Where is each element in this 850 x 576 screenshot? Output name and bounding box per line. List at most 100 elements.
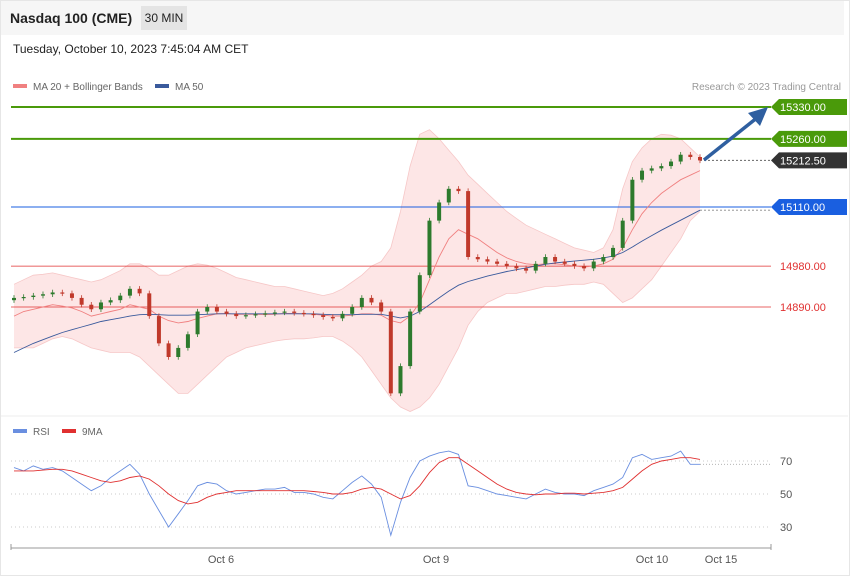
ma20-legend-swatch: [13, 84, 27, 88]
candle-body: [669, 161, 674, 167]
candle-body: [224, 311, 229, 314]
candle-body: [195, 311, 200, 335]
rsi-level-label: 50: [780, 489, 792, 501]
rsi-level-label: 70: [780, 456, 792, 468]
candle-body: [688, 154, 693, 157]
candle-body: [243, 315, 248, 317]
candle-body: [185, 334, 190, 348]
candle-body: [292, 311, 297, 313]
credit-text: Research © 2023 Trading Central: [692, 82, 841, 93]
candle-body: [282, 311, 287, 313]
candle-body: [321, 315, 326, 317]
candle-body: [601, 257, 606, 262]
candle-body: [533, 263, 538, 271]
level-label-support: 14980.00: [780, 261, 826, 273]
candle-body: [698, 157, 702, 161]
candle-body: [50, 292, 55, 295]
level-label-target: 15330.00: [780, 102, 826, 114]
candle-body: [340, 313, 345, 319]
candle-body: [649, 168, 654, 171]
candle-body: [263, 313, 268, 315]
candle-body: [514, 266, 519, 269]
candle-body: [446, 188, 451, 203]
candle-body: [137, 288, 142, 294]
candle-body: [524, 268, 529, 271]
candle-body: [562, 261, 567, 264]
candle-body: [311, 313, 316, 316]
candle-body: [301, 312, 306, 315]
candle-body: [40, 294, 45, 296]
candle-body: [79, 297, 84, 305]
candle-body: [31, 295, 36, 297]
candle-body: [678, 154, 683, 162]
candle-body: [659, 166, 664, 169]
x-tick-label: Oct 15: [705, 554, 737, 566]
candle-body: [485, 259, 490, 262]
candle-body: [12, 297, 16, 301]
rsi-ma-legend-label: 9MA: [82, 427, 103, 438]
level-label-current: 15212.50: [780, 155, 826, 167]
rsi-legend-swatch: [13, 429, 27, 433]
bollinger-band-area: [14, 129, 700, 412]
chart-canvas: MA 20 + Bollinger Bands MA 50 Research ©…: [1, 82, 848, 566]
candle-body: [437, 202, 442, 221]
level-label-target: 15260.00: [780, 134, 826, 146]
candle-body: [417, 275, 422, 312]
candle-body: [543, 257, 548, 264]
candle-body: [369, 297, 374, 303]
candle-body: [147, 293, 152, 317]
ma50-legend-swatch: [155, 84, 169, 88]
rsi-legend-label: RSI: [33, 427, 50, 438]
x-tick-label: Oct 6: [208, 554, 234, 566]
x-tick-label: Oct 10: [636, 554, 668, 566]
rsi-ma-legend-swatch: [62, 429, 76, 433]
candle-body: [388, 311, 393, 394]
candle-body: [98, 302, 103, 310]
candle-body: [640, 170, 645, 180]
rsi-level-label: 30: [780, 522, 792, 534]
level-label-pivot: 15110.00: [780, 202, 825, 214]
candle-body: [21, 297, 26, 299]
candle-body: [89, 304, 94, 310]
candle-body: [272, 312, 277, 314]
level-label-support: 14890.00: [780, 302, 826, 314]
candle-body: [398, 366, 403, 394]
candle-body: [176, 347, 181, 357]
candle-body: [456, 188, 461, 192]
candle-body: [350, 307, 355, 314]
candle-body: [127, 288, 132, 296]
candle-body: [253, 314, 258, 316]
candle-body: [572, 263, 577, 267]
candle-body: [60, 292, 65, 294]
candle-body: [156, 316, 161, 344]
target-arrow: [702, 107, 768, 162]
candle-body: [427, 220, 432, 276]
candle-body: [582, 266, 587, 269]
candle-body: [553, 257, 558, 262]
x-tick-label: Oct 9: [423, 554, 449, 566]
candle-body: [611, 247, 616, 257]
candle-body: [620, 220, 625, 248]
candle-body: [234, 313, 239, 317]
candle-body: [69, 293, 74, 298]
candle-body: [118, 295, 123, 301]
bollinger-bands: [13, 129, 701, 412]
candle-body: [495, 261, 500, 264]
candle-body: [330, 317, 335, 319]
candle-body: [475, 257, 480, 260]
candle-body: [630, 179, 635, 221]
ma50-legend-label: MA 50: [175, 82, 204, 93]
level-labels: 15330.00 15260.00 15212.50 15110.00 14980.00…: [771, 99, 847, 314]
ma20-legend-label: MA 20 + Bollinger Bands: [33, 82, 143, 93]
candle-body: [408, 311, 413, 367]
candle-body: [504, 263, 509, 267]
rsi-ma-line: [14, 457, 701, 505]
candle-body: [466, 191, 471, 257]
candle-body: [359, 297, 364, 307]
candle-body: [214, 307, 219, 312]
candle-body: [108, 300, 113, 303]
candle-body: [591, 261, 596, 269]
rsi-panel: 70 50 30: [11, 450, 792, 538]
candle-body: [379, 302, 384, 312]
candle-body: [205, 307, 210, 312]
